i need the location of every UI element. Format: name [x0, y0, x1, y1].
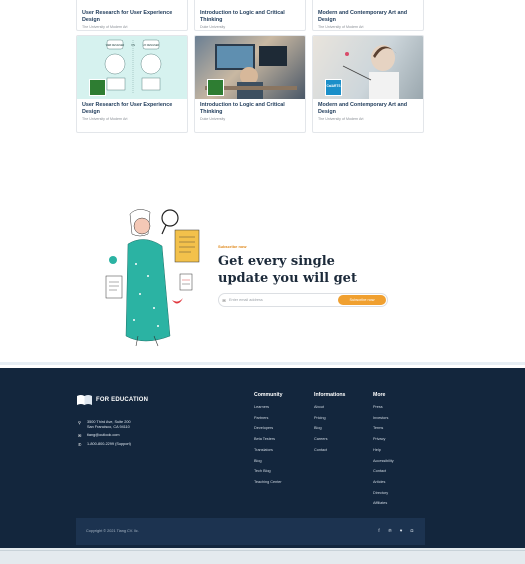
course-title[interactable]: User Research for User Experience Design	[82, 10, 182, 23]
course-card[interactable]: WEB DESIGNER VS UX DESIGNER User Researc…	[76, 35, 188, 133]
footer: FOR EDUCATION ⚲ 3500 Third Ave, Suite 20…	[0, 368, 525, 548]
footer-link[interactable]: Translators	[254, 445, 283, 456]
footer-link[interactable]: Blog	[254, 456, 283, 467]
subscribe-heading: Get every single update you will get	[218, 254, 357, 286]
column-heading: Informations	[314, 392, 346, 398]
email-input[interactable]	[229, 295, 338, 305]
subscribe-button[interactable]: Subscribe now	[338, 295, 386, 305]
footer-link[interactable]: Directory	[373, 488, 394, 499]
university-logo	[207, 79, 224, 96]
footer-link[interactable]: Careers	[314, 434, 345, 445]
course-row: WEB DESIGNER VS UX DESIGNER User Researc…	[76, 35, 425, 133]
bottom-strip	[0, 548, 525, 564]
twitter-icon[interactable]: ♥	[398, 528, 404, 533]
calarts-logo: CalARTS	[325, 79, 342, 96]
subscribe-section: Subscribe now Get every single update yo…	[104, 204, 404, 349]
footer-link[interactable]: Articles	[373, 477, 394, 488]
footer-link[interactable]: Tech Blog	[254, 466, 283, 477]
footer-link[interactable]: Contact	[314, 445, 345, 456]
email-icon: ✉	[78, 433, 82, 439]
course-title[interactable]: Modern and Contemporary Art and Design	[318, 10, 418, 23]
course-title[interactable]: Introduction to Logic and Critical Think…	[200, 10, 300, 23]
pinterest-icon[interactable]: ℗	[387, 528, 393, 533]
phone-icon: ✆	[78, 442, 82, 448]
course-thumbnail[interactable]	[195, 36, 305, 99]
course-provider: The University of Modern Art	[82, 25, 128, 30]
contact-info: ⚲ 3500 Third Ave, Suite 200 San Francisc…	[78, 420, 131, 451]
phone-line: ✆ 1-800-800-2299 (Support)	[78, 442, 131, 447]
footer-column-more: More Press Investors Terms Privacy Help …	[373, 392, 394, 509]
footer-link[interactable]: Learners	[254, 402, 283, 413]
footer-link[interactable]: Beta Testers	[254, 434, 283, 445]
footer-email[interactable]: tiang@outlook.com	[87, 433, 120, 437]
copyright-text: Copyright © 2021 Tiang CV. llc.	[86, 529, 139, 533]
email-line: ✉ tiang@outlook.com	[78, 433, 131, 438]
course-provider: The University of Modern Art	[82, 117, 128, 122]
location-pin-icon: ⚲	[78, 420, 81, 425]
instagram-icon[interactable]: ◘	[409, 528, 415, 533]
footer-link[interactable]: Blog	[314, 423, 345, 434]
subscribe-illustration	[105, 209, 200, 347]
open-book-icon	[77, 395, 92, 405]
course-card[interactable]: Introduction to Logic and Critical Think…	[194, 35, 306, 133]
footer-phone[interactable]: 1-800-800-2299 (Support)	[87, 442, 131, 446]
footer-link[interactable]: Pricing	[314, 413, 345, 424]
footer-column-community: Community Learners Partners Developers B…	[254, 392, 283, 488]
footer-link[interactable]: Press	[373, 402, 394, 413]
brand-name: FOR EDUCATION	[96, 397, 149, 403]
course-title[interactable]: User Research for User Experience Design	[82, 102, 182, 115]
subscribe-kicker: Subscribe now	[218, 244, 247, 249]
thumb-label: UX DESIGNER	[143, 44, 160, 47]
subscribe-form: ✉ Subscribe now	[218, 293, 388, 307]
footer-logo[interactable]: FOR EDUCATION	[76, 394, 148, 406]
mail-icon: ✉	[222, 297, 226, 303]
address-line: San Francisco, CA 94110	[87, 424, 130, 429]
footer-link[interactable]: About	[314, 402, 345, 413]
footer-link[interactable]: Partners	[254, 413, 283, 424]
course-thumbnail[interactable]: WEB DESIGNER VS UX DESIGNER	[77, 36, 187, 99]
course-card[interactable]: CalARTS Modern and Contemporary Art and …	[312, 35, 424, 133]
footer-divider	[0, 362, 525, 365]
course-title[interactable]: Modern and Contemporary Art and Design	[318, 102, 418, 115]
address-line: 3500 Third Ave, Suite 200	[87, 420, 131, 424]
course-provider: Duke University	[200, 25, 226, 30]
footer-link[interactable]: Affiliates	[373, 498, 394, 509]
footer-column-informations: Informations About Pricing Blog Careers …	[314, 392, 345, 456]
copyright-bar: Copyright © 2021 Tiang CV. llc. f ℗ ♥ ◘	[76, 518, 425, 545]
thumb-label: VS	[131, 43, 135, 47]
column-heading: Community	[254, 392, 283, 398]
course-provider: The University of Modern Art	[318, 25, 364, 30]
course-title[interactable]: Introduction to Logic and Critical Think…	[200, 102, 300, 115]
course-thumbnail[interactable]: CalARTS	[313, 36, 423, 99]
course-card[interactable]: Introduction to Logic and Critical Think…	[194, 0, 306, 31]
footer-link[interactable]: Developers	[254, 423, 283, 434]
column-heading: More	[373, 392, 386, 398]
course-card[interactable]: Modern and Contemporary Art and Design T…	[312, 0, 424, 31]
footer-link[interactable]: Investors	[373, 413, 394, 424]
course-provider: The University of Modern Art	[318, 117, 364, 122]
course-provider: Duke University	[200, 117, 226, 122]
footer-link[interactable]: Accessibility	[373, 456, 394, 467]
footer-link[interactable]: Contact	[373, 466, 394, 477]
thumb-label: WEB DESIGNER	[106, 44, 125, 47]
address: ⚲ 3500 Third Ave, Suite 200 San Francisc…	[78, 420, 131, 429]
footer-link[interactable]: Help	[373, 445, 394, 456]
footer-link[interactable]: Terms	[373, 423, 394, 434]
course-card[interactable]: User Research for User Experience Design…	[76, 0, 188, 31]
social-links: f ℗ ♥ ◘	[376, 528, 415, 533]
footer-link[interactable]: Privacy	[373, 434, 394, 445]
course-row-top: User Research for User Experience Design…	[76, 0, 425, 31]
facebook-icon[interactable]: f	[376, 528, 382, 533]
footer-link[interactable]: Teaching Center	[254, 477, 283, 488]
university-logo	[89, 79, 106, 96]
